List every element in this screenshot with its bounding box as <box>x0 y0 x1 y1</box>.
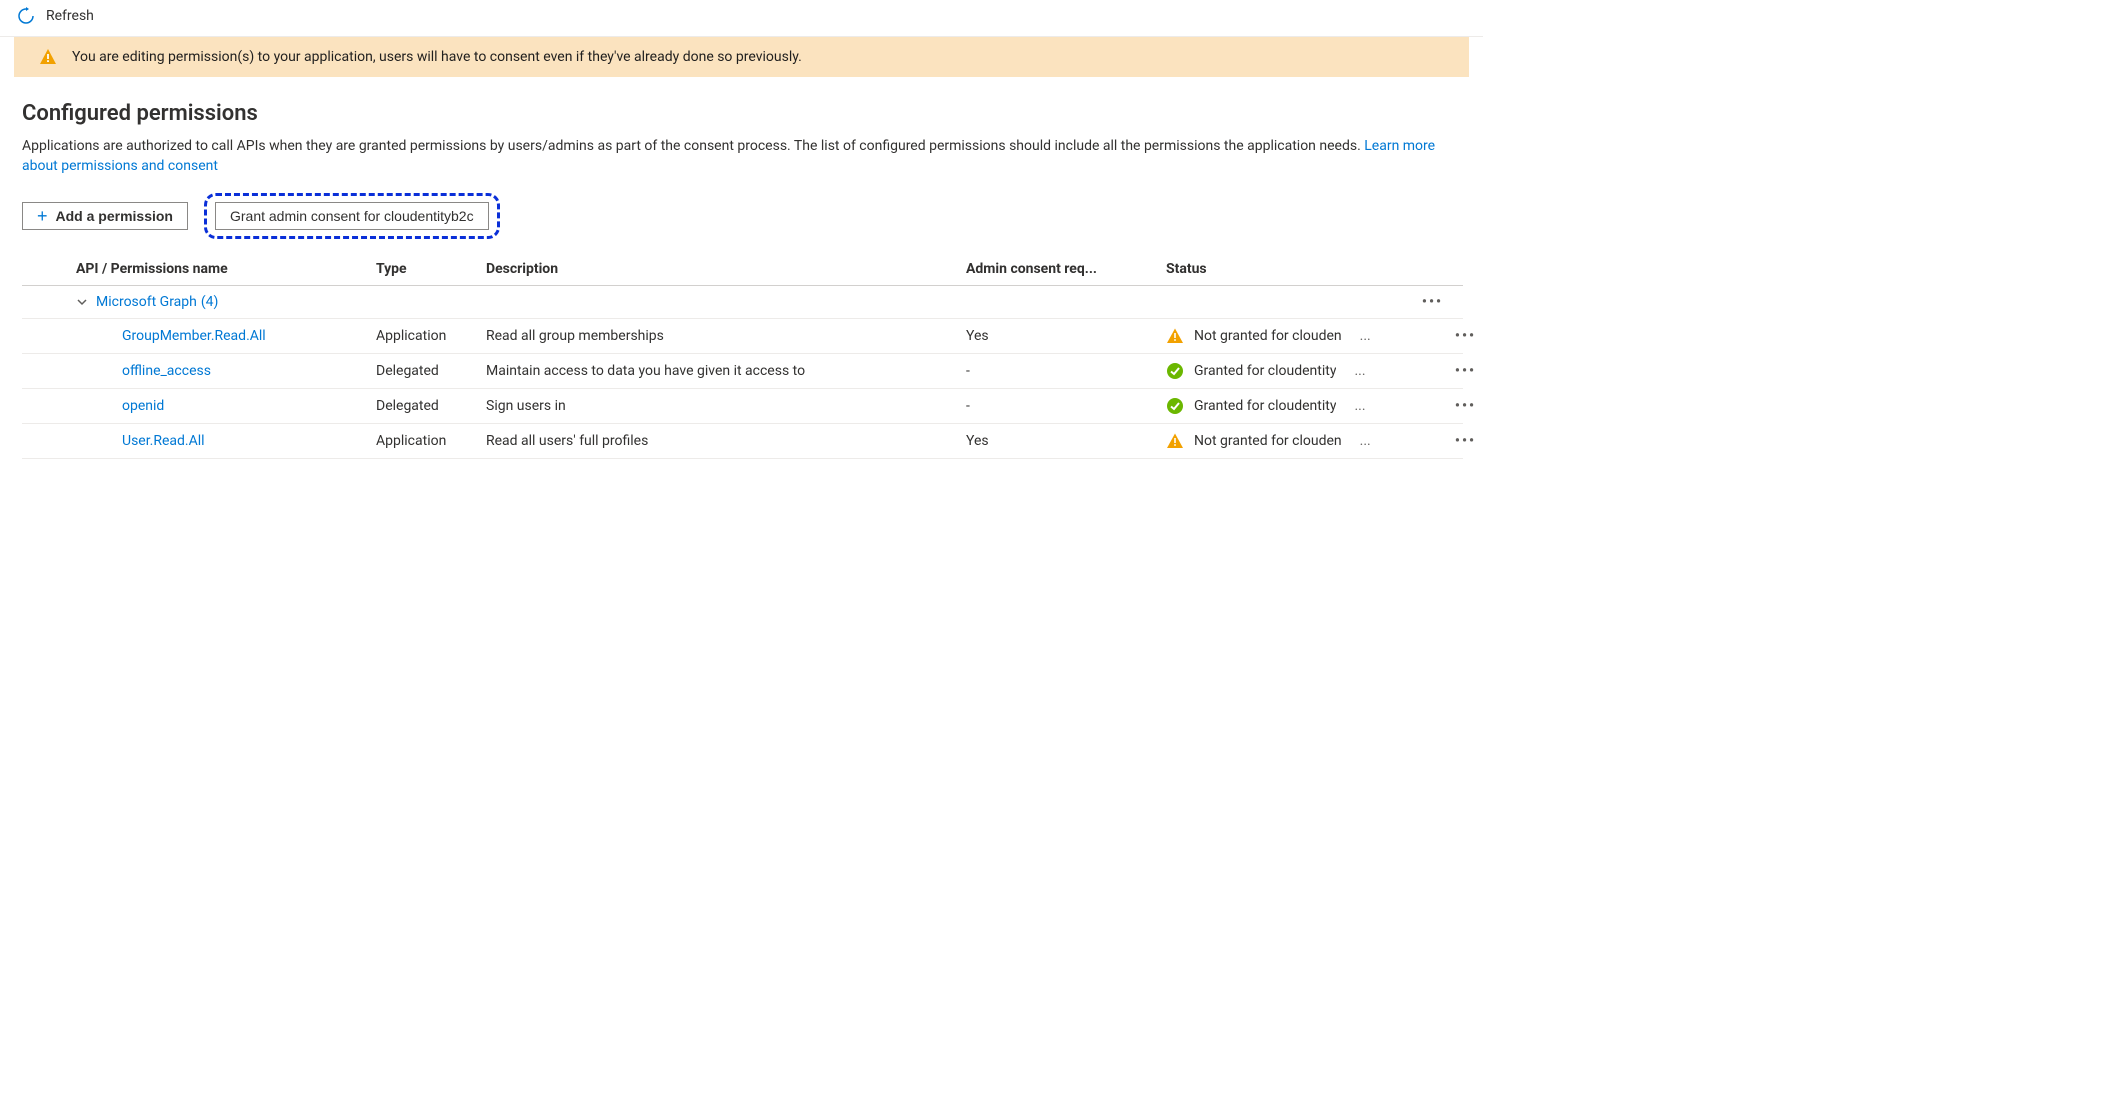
status-icon <box>1166 397 1184 415</box>
section-description: Applications are authorized to call APIs… <box>22 136 1442 177</box>
permission-name-link[interactable]: GroupMember.Read.All <box>122 328 376 344</box>
permission-status: Not granted for clouden ... <box>1166 432 1426 450</box>
api-group-count: (4) <box>201 294 219 310</box>
permission-name-link[interactable]: offline_access <box>122 363 376 379</box>
highlight-box: Grant admin consent for cloudentityb2c <box>204 193 500 239</box>
permission-description: Read all users' full profiles <box>486 433 966 449</box>
col-api: API / Permissions name <box>76 261 376 277</box>
permission-admin-required: - <box>966 363 1166 379</box>
grant-admin-consent-label: Grant admin consent for cloudentityb2c <box>230 208 474 224</box>
row-more-button[interactable]: ••• <box>1455 363 1486 379</box>
permission-type: Delegated <box>376 363 486 379</box>
row-more-button[interactable]: ••• <box>1455 328 1486 344</box>
permission-admin-required: Yes <box>966 433 1166 449</box>
chevron-down-icon <box>76 296 88 308</box>
refresh-button[interactable]: Refresh <box>46 8 94 24</box>
status-truncated-icon: ... <box>1360 328 1371 344</box>
table-row: GroupMember.Read.All Application Read al… <box>22 319 1463 354</box>
permission-status: Granted for cloudentity ... <box>1166 397 1426 415</box>
plus-icon: + <box>37 209 48 223</box>
notification-bar: You are editing permission(s) to your ap… <box>14 37 1469 77</box>
notification-message: You are editing permission(s) to your ap… <box>72 49 802 65</box>
permissions-table: API / Permissions name Type Description … <box>22 257 1463 459</box>
permission-type: Application <box>376 433 486 449</box>
col-description: Description <box>486 261 966 277</box>
status-truncated-icon: ... <box>1354 398 1365 414</box>
row-more-button[interactable]: ••• <box>1455 433 1486 449</box>
toolbar: Refresh <box>0 0 1483 37</box>
permission-description: Read all group memberships <box>486 328 966 344</box>
actions-row: + Add a permission Grant admin consent f… <box>22 193 1463 239</box>
permission-admin-required: Yes <box>966 328 1166 344</box>
group-more-button[interactable]: ••• <box>1422 294 1453 310</box>
api-group-name: Microsoft Graph <box>96 294 197 310</box>
permission-status: Not granted for clouden ... <box>1166 327 1426 345</box>
add-permission-button[interactable]: + Add a permission <box>22 202 188 230</box>
table-row: User.Read.All Application Read all users… <box>22 424 1463 459</box>
permission-type: Delegated <box>376 398 486 414</box>
status-text: Granted for cloudentity <box>1194 398 1336 414</box>
permission-description: Sign users in <box>486 398 966 414</box>
status-truncated-icon: ... <box>1354 363 1365 379</box>
status-text: Granted for cloudentity <box>1194 363 1336 379</box>
table-row: openid Delegated Sign users in - Granted… <box>22 389 1463 424</box>
section-description-text: Applications are authorized to call APIs… <box>22 138 1364 154</box>
section-title: Configured permissions <box>22 101 1463 126</box>
status-text: Not granted for clouden <box>1194 328 1342 344</box>
status-text: Not granted for clouden <box>1194 433 1342 449</box>
permission-name-link[interactable]: User.Read.All <box>122 433 376 449</box>
col-type: Type <box>376 261 486 277</box>
permission-description: Maintain access to data you have given i… <box>486 363 966 379</box>
permission-admin-required: - <box>966 398 1166 414</box>
main-content: Configured permissions Applications are … <box>0 77 1483 479</box>
add-permission-label: Add a permission <box>56 208 173 224</box>
status-icon <box>1166 327 1184 345</box>
permission-name-link[interactable]: openid <box>122 398 376 414</box>
col-admin: Admin consent req... <box>966 261 1166 277</box>
status-truncated-icon: ... <box>1360 433 1371 449</box>
permission-type: Application <box>376 328 486 344</box>
api-group-row[interactable]: Microsoft Graph (4) ••• <box>22 286 1463 319</box>
status-icon <box>1166 362 1184 380</box>
table-row: offline_access Delegated Maintain access… <box>22 354 1463 389</box>
refresh-icon[interactable] <box>16 6 36 26</box>
status-icon <box>1166 432 1184 450</box>
row-more-button[interactable]: ••• <box>1455 398 1486 414</box>
warning-icon <box>38 47 58 67</box>
table-header: API / Permissions name Type Description … <box>22 257 1463 286</box>
permission-status: Granted for cloudentity ... <box>1166 362 1426 380</box>
col-status: Status <box>1166 261 1426 277</box>
grant-admin-consent-button[interactable]: Grant admin consent for cloudentityb2c <box>215 202 489 230</box>
